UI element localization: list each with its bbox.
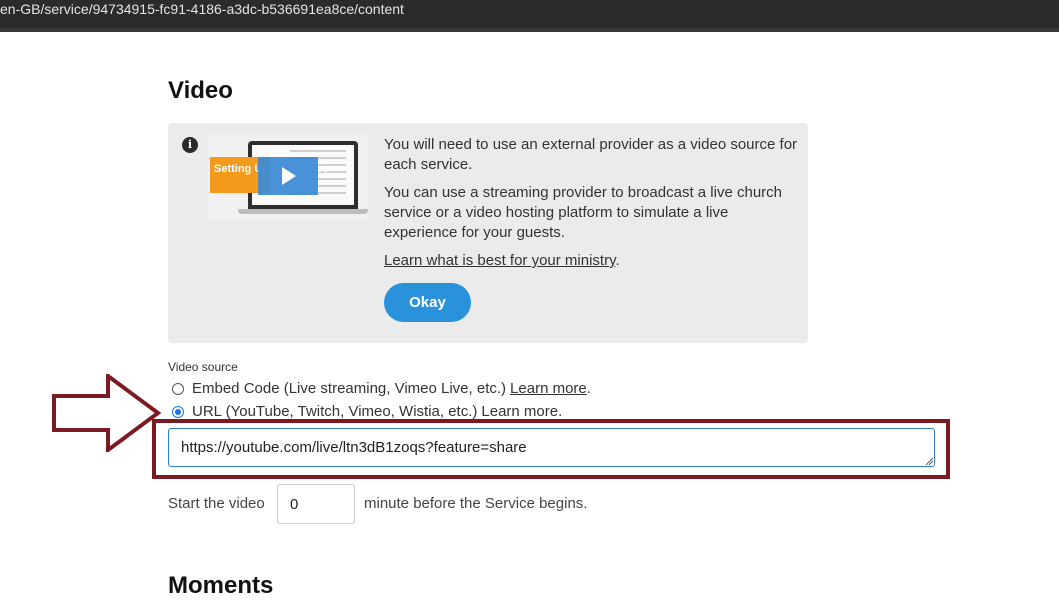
learn-ministry-link[interactable]: Learn what is best for your ministry: [384, 252, 615, 269]
play-button-icon[interactable]: [258, 157, 318, 195]
tutorial-video-thumbnail[interactable]: Setting Up Your Video: [208, 135, 368, 219]
info-text: You will need to use an external provide…: [384, 135, 799, 279]
browser-address-bar[interactable]: en-GB/service/94734915-fc91-4186-a3dc-b5…: [0, 0, 1059, 32]
radio-suffix-url: .: [558, 403, 563, 420]
info-icon: i: [182, 137, 198, 153]
radio-option-embed-code[interactable]: Embed Code (Live streaming, Vimeo Live, …: [172, 380, 591, 397]
learn-more-link-embed[interactable]: Learn more: [510, 380, 587, 397]
info-paragraph-2: You can use a streaming provider to broa…: [384, 184, 783, 241]
info-paragraph-1: You will need to use an external provide…: [384, 136, 798, 173]
radio-label-embed[interactable]: Embed Code (Live streaming, Vimeo Live, …: [192, 380, 506, 397]
video-source-label: Video source: [168, 360, 238, 374]
link-suffix: .: [615, 252, 620, 269]
okay-button[interactable]: Okay: [384, 283, 471, 322]
video-url-input[interactable]: [168, 428, 935, 467]
radio-button-url[interactable]: [172, 405, 184, 418]
start-video-suffix: minute before the Service begins.: [364, 495, 588, 512]
arrow-annotation-icon: [52, 374, 162, 452]
info-card: i Setting Up Your Video You will need to…: [168, 123, 808, 343]
radio-button-embed[interactable]: [172, 382, 184, 395]
page-title: Video: [168, 77, 233, 104]
resize-grip-icon[interactable]: [925, 457, 933, 465]
start-minutes-input[interactable]: [277, 484, 355, 524]
address-bar-url[interactable]: en-GB/service/94734915-fc91-4186-a3dc-b5…: [0, 1, 404, 17]
learn-more-link-url[interactable]: Learn more: [481, 403, 558, 420]
laptop-base-graphic: [238, 209, 368, 214]
radio-label-url[interactable]: URL (YouTube, Twitch, Vimeo, Wistia, etc…: [192, 403, 477, 420]
radio-option-url[interactable]: URL (YouTube, Twitch, Vimeo, Wistia, etc…: [172, 403, 562, 420]
start-video-label: Start the video: [168, 495, 265, 512]
radio-suffix-embed: .: [586, 380, 591, 397]
moments-section-title: Moments: [168, 572, 274, 599]
